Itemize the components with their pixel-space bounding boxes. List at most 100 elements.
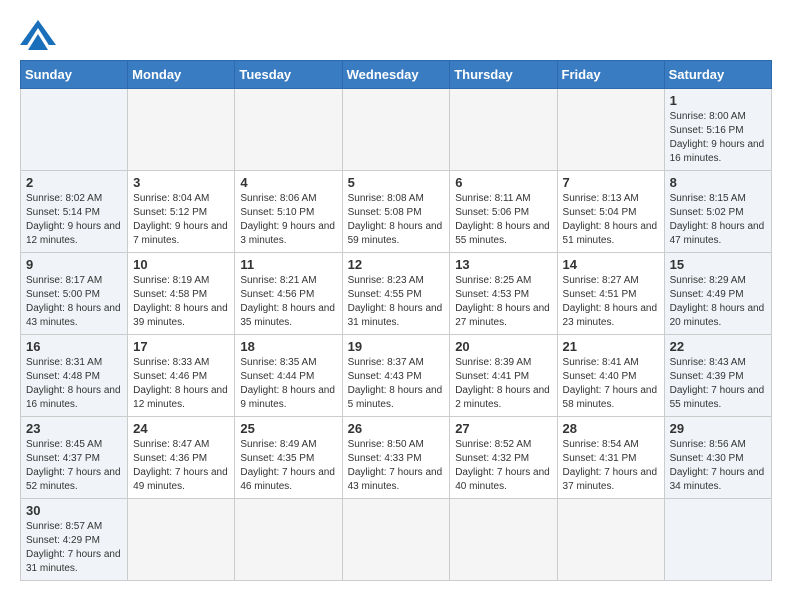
day-number: 12 [348, 257, 445, 272]
day-number: 26 [348, 421, 445, 436]
day-number: 15 [670, 257, 766, 272]
day-number: 1 [670, 93, 766, 108]
day-info: Sunrise: 8:02 AM Sunset: 5:14 PM Dayligh… [26, 192, 122, 248]
day-info: Sunrise: 8:31 AM Sunset: 4:48 PM Dayligh… [26, 356, 122, 412]
day-number: 6 [455, 175, 551, 190]
day-info: Sunrise: 8:13 AM Sunset: 5:04 PM Dayligh… [563, 192, 659, 248]
calendar-cell: 18 Sunrise: 8:35 AM Sunset: 4:44 PM Dayli… [235, 335, 342, 417]
day-info: Sunrise: 8:17 AM Sunset: 5:00 PM Dayligh… [26, 274, 122, 330]
calendar-cell: 28 Sunrise: 8:54 AM Sunset: 4:31 PM Dayli… [557, 417, 664, 499]
calendar-cell: 25 Sunrise: 8:49 AM Sunset: 4:35 PM Dayli… [235, 417, 342, 499]
calendar-week-row: 2 Sunrise: 8:02 AM Sunset: 5:14 PM Daylig… [21, 171, 772, 253]
day-info: Sunrise: 8:29 AM Sunset: 4:49 PM Dayligh… [670, 274, 766, 330]
day-info: Sunrise: 8:49 AM Sunset: 4:35 PM Dayligh… [240, 438, 336, 494]
day-info: Sunrise: 8:04 AM Sunset: 5:12 PM Dayligh… [133, 192, 229, 248]
calendar-cell [21, 89, 128, 171]
weekday-header: Monday [128, 61, 235, 89]
calendar-cell: 7 Sunrise: 8:13 AM Sunset: 5:04 PM Daylig… [557, 171, 664, 253]
day-info: Sunrise: 8:50 AM Sunset: 4:33 PM Dayligh… [348, 438, 445, 494]
day-number: 8 [670, 175, 766, 190]
calendar-cell: 3 Sunrise: 8:04 AM Sunset: 5:12 PM Daylig… [128, 171, 235, 253]
calendar-week-row: 23Sunrise: 8:45 AM Sunset: 4:37 PM Dayli… [21, 417, 772, 499]
calendar-cell: 15 Sunrise: 8:29 AM Sunset: 4:49 PM Dayli… [664, 253, 771, 335]
day-number: 24 [133, 421, 229, 436]
calendar-cell: 17 Sunrise: 8:33 AM Sunset: 4:46 PM Dayli… [128, 335, 235, 417]
day-info: Sunrise: 8:43 AM Sunset: 4:39 PM Dayligh… [670, 356, 766, 412]
day-number: 18 [240, 339, 336, 354]
day-number: 3 [133, 175, 229, 190]
day-number: 4 [240, 175, 336, 190]
calendar-cell [664, 499, 771, 581]
day-number: 25 [240, 421, 336, 436]
calendar-cell: 16 Sunrise: 8:31 AM Sunset: 4:48 PM Dayli… [21, 335, 128, 417]
calendar-cell: 30Sunrise: 8:57 AM Sunset: 4:29 PM Dayli… [21, 499, 128, 581]
day-info: Sunrise: 8:35 AM Sunset: 4:44 PM Dayligh… [240, 356, 336, 412]
day-number: 10 [133, 257, 229, 272]
calendar-cell: 11Sunrise: 8:21 AM Sunset: 4:56 PM Dayli… [235, 253, 342, 335]
calendar-week-row: 30Sunrise: 8:57 AM Sunset: 4:29 PM Dayli… [21, 499, 772, 581]
calendar-cell [128, 499, 235, 581]
day-info: Sunrise: 8:47 AM Sunset: 4:36 PM Dayligh… [133, 438, 229, 494]
calendar-cell: 14Sunrise: 8:27 AM Sunset: 4:51 PM Dayli… [557, 253, 664, 335]
day-info: Sunrise: 8:39 AM Sunset: 4:41 PM Dayligh… [455, 356, 551, 412]
day-number: 17 [133, 339, 229, 354]
calendar-cell: 12 Sunrise: 8:23 AM Sunset: 4:55 PM Dayli… [342, 253, 450, 335]
day-number: 2 [26, 175, 122, 190]
calendar-cell: 24 Sunrise: 8:47 AM Sunset: 4:36 PM Dayli… [128, 417, 235, 499]
day-number: 11 [240, 257, 336, 272]
day-info: Sunrise: 8:37 AM Sunset: 4:43 PM Dayligh… [348, 356, 445, 412]
day-info: Sunrise: 8:25 AM Sunset: 4:53 PM Dayligh… [455, 274, 551, 330]
weekday-header: Sunday [21, 61, 128, 89]
calendar-cell: 10 Sunrise: 8:19 AM Sunset: 4:58 PM Dayli… [128, 253, 235, 335]
day-info: Sunrise: 8:54 AM Sunset: 4:31 PM Dayligh… [563, 438, 659, 494]
calendar-cell: 23Sunrise: 8:45 AM Sunset: 4:37 PM Dayli… [21, 417, 128, 499]
day-info: Sunrise: 8:06 AM Sunset: 5:10 PM Dayligh… [240, 192, 336, 248]
day-info: Sunrise: 8:19 AM Sunset: 4:58 PM Dayligh… [133, 274, 229, 330]
day-info: Sunrise: 8:11 AM Sunset: 5:06 PM Dayligh… [455, 192, 551, 248]
day-info: Sunrise: 8:52 AM Sunset: 4:32 PM Dayligh… [455, 438, 551, 494]
calendar-cell: 1 Sunrise: 8:00 AM Sunset: 5:16 PM Daylig… [664, 89, 771, 171]
day-info: Sunrise: 8:57 AM Sunset: 4:29 PM Dayligh… [26, 520, 122, 576]
calendar-cell: 13Sunrise: 8:25 AM Sunset: 4:53 PM Dayli… [450, 253, 557, 335]
day-info: Sunrise: 8:15 AM Sunset: 5:02 PM Dayligh… [670, 192, 766, 248]
calendar-cell [342, 499, 450, 581]
calendar-cell: 22 Sunrise: 8:43 AM Sunset: 4:39 PM Dayli… [664, 335, 771, 417]
calendar-cell [128, 89, 235, 171]
calendar-cell: 20 Sunrise: 8:39 AM Sunset: 4:41 PM Dayli… [450, 335, 557, 417]
calendar-header-row: SundayMondayTuesdayWednesdayThursdayFrid… [21, 61, 772, 89]
calendar-week-row: 1 Sunrise: 8:00 AM Sunset: 5:16 PM Daylig… [21, 89, 772, 171]
calendar-cell: 21Sunrise: 8:41 AM Sunset: 4:40 PM Dayli… [557, 335, 664, 417]
calendar-cell [342, 89, 450, 171]
calendar-cell: 4 Sunrise: 8:06 AM Sunset: 5:10 PM Daylig… [235, 171, 342, 253]
calendar-cell [557, 499, 664, 581]
page-header [20, 20, 772, 50]
day-info: Sunrise: 8:23 AM Sunset: 4:55 PM Dayligh… [348, 274, 445, 330]
day-info: Sunrise: 8:00 AM Sunset: 5:16 PM Dayligh… [670, 110, 766, 166]
day-number: 7 [563, 175, 659, 190]
day-info: Sunrise: 8:08 AM Sunset: 5:08 PM Dayligh… [348, 192, 445, 248]
weekday-header: Thursday [450, 61, 557, 89]
calendar-cell: 27 Sunrise: 8:52 AM Sunset: 4:32 PM Dayli… [450, 417, 557, 499]
calendar-cell [450, 499, 557, 581]
logo [20, 20, 60, 50]
weekday-header: Tuesday [235, 61, 342, 89]
calendar-cell [235, 499, 342, 581]
weekday-header: Friday [557, 61, 664, 89]
calendar-cell: 26 Sunrise: 8:50 AM Sunset: 4:33 PM Dayli… [342, 417, 450, 499]
calendar-cell: 2 Sunrise: 8:02 AM Sunset: 5:14 PM Daylig… [21, 171, 128, 253]
day-number: 28 [563, 421, 659, 436]
day-number: 20 [455, 339, 551, 354]
day-number: 27 [455, 421, 551, 436]
calendar-cell: 6 Sunrise: 8:11 AM Sunset: 5:06 PM Daylig… [450, 171, 557, 253]
calendar-week-row: 9Sunrise: 8:17 AM Sunset: 5:00 PM Daylig… [21, 253, 772, 335]
day-info: Sunrise: 8:56 AM Sunset: 4:30 PM Dayligh… [670, 438, 766, 494]
day-number: 16 [26, 339, 122, 354]
weekday-header: Saturday [664, 61, 771, 89]
calendar-cell: 19Sunrise: 8:37 AM Sunset: 4:43 PM Dayli… [342, 335, 450, 417]
weekday-header: Wednesday [342, 61, 450, 89]
day-info: Sunrise: 8:41 AM Sunset: 4:40 PM Dayligh… [563, 356, 659, 412]
day-number: 22 [670, 339, 766, 354]
calendar-cell: 8 Sunrise: 8:15 AM Sunset: 5:02 PM Daylig… [664, 171, 771, 253]
day-info: Sunrise: 8:33 AM Sunset: 4:46 PM Dayligh… [133, 356, 229, 412]
day-info: Sunrise: 8:27 AM Sunset: 4:51 PM Dayligh… [563, 274, 659, 330]
